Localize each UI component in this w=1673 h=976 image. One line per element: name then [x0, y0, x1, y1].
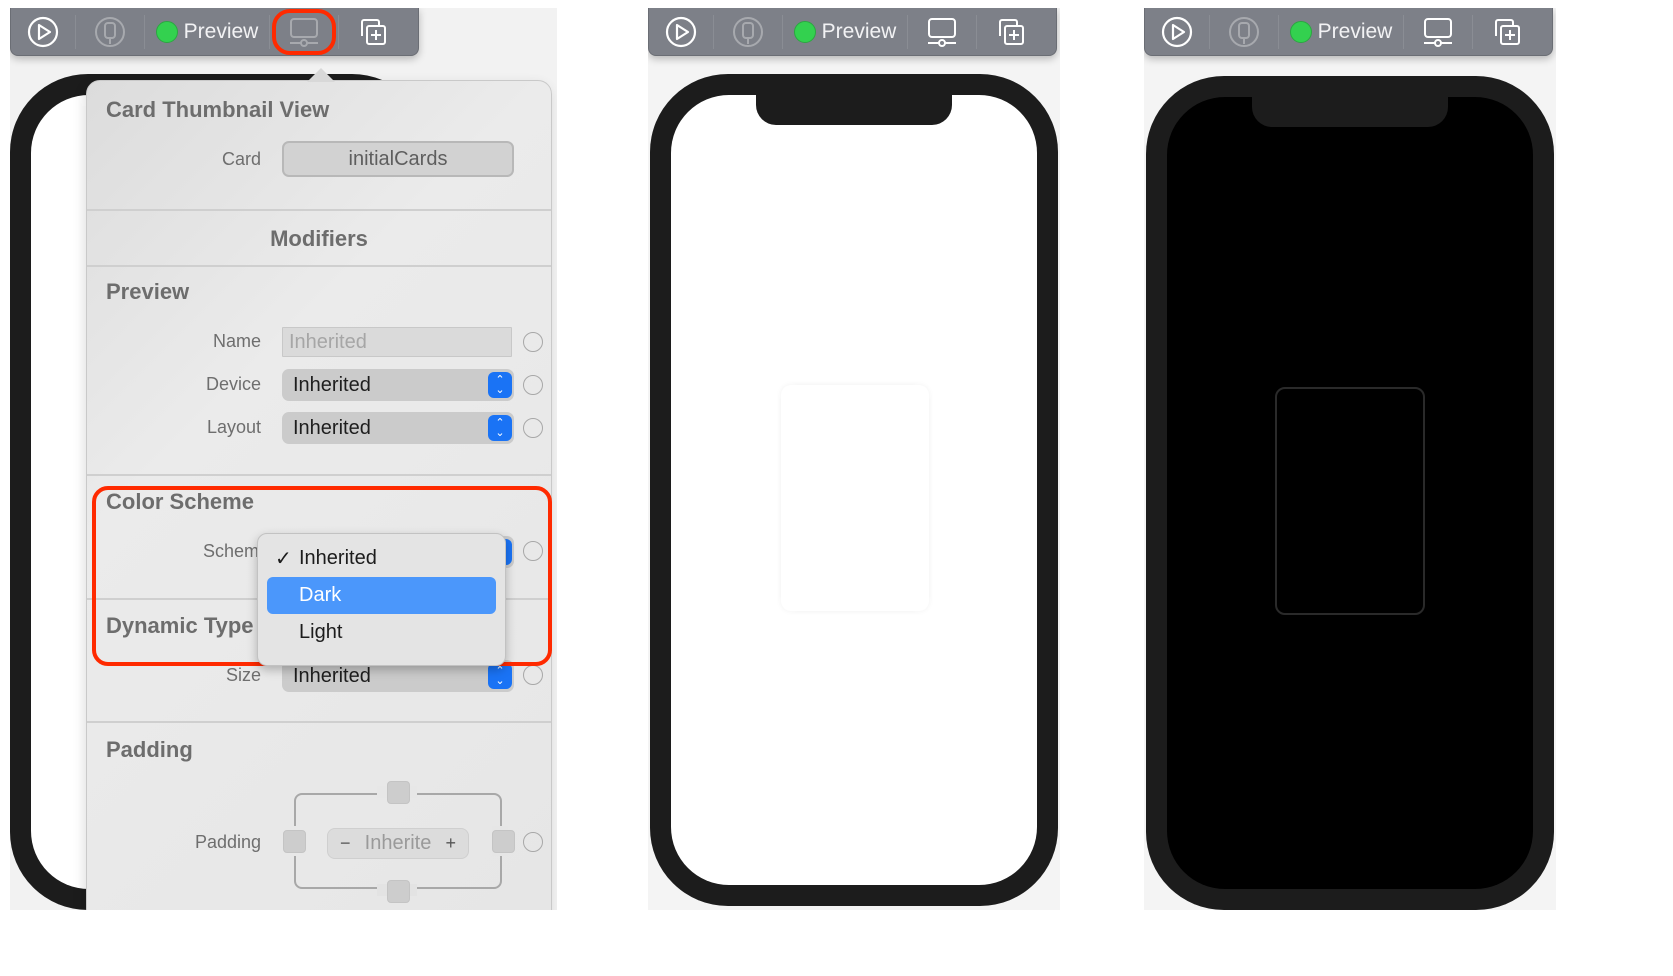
layout-value: Inherited [293, 416, 371, 439]
padding-section-title: Padding [106, 737, 193, 762]
checkmark-icon: ✓ [275, 548, 292, 570]
preview-settings-icon [928, 17, 956, 47]
preview-toolbar: Preview [1144, 8, 1553, 56]
padding-leading-checkbox[interactable] [283, 830, 306, 853]
device-screen [1167, 97, 1533, 889]
card-thumbnail [781, 385, 929, 611]
chevron-up-down-icon: ⌃⌄ [488, 663, 512, 689]
popover-arrow [307, 68, 335, 82]
preview-toolbar: Preview [648, 8, 1057, 56]
device-icon [733, 16, 763, 47]
preview-section-title: Preview [106, 279, 190, 304]
duplicate-preview-icon [1495, 18, 1520, 45]
live-preview-button[interactable] [11, 8, 75, 56]
inspect-preview-button[interactable] [1404, 8, 1472, 56]
device-frame [1146, 76, 1554, 910]
highlight-ring [272, 8, 336, 55]
device-remove-radio[interactable] [523, 375, 543, 395]
divider [87, 721, 551, 723]
inspect-preview-button[interactable] [908, 8, 976, 56]
preview-inspector-popover: Card Thumbnail View Card initialCards Mo… [86, 68, 552, 910]
size-label: Size [225, 665, 261, 685]
name-placeholder: Inherited [289, 330, 367, 353]
menu-item-dark[interactable]: Dark [267, 577, 496, 614]
live-status-dot [1289, 20, 1312, 43]
device-icon [95, 16, 125, 47]
divider [87, 474, 551, 476]
preview-toolbar: Preview [10, 8, 419, 56]
live-status-dot [155, 20, 178, 43]
card-thumbnail [1275, 387, 1425, 615]
menu-item-light[interactable]: Light [267, 614, 496, 651]
modifiers-heading: Modifiers [270, 226, 368, 251]
device-label: Device [205, 374, 261, 394]
play-circle-icon [665, 16, 697, 47]
menu-item-label: Inherited [299, 547, 377, 569]
card-argument-field[interactable]: initialCards [282, 141, 514, 177]
menu-item-label: Light [299, 621, 343, 643]
duplicate-preview-button[interactable] [977, 8, 1045, 56]
preview-canvas-with-inspector: Preview Card Thumbnail View Card initial… [10, 8, 557, 910]
device-icon [1229, 16, 1259, 47]
padding-value: Inherite [364, 832, 432, 854]
name-label: Name [212, 331, 261, 351]
preview-settings-icon [1424, 17, 1452, 47]
decrement-button[interactable]: − [340, 833, 351, 854]
live-status-dot [793, 20, 816, 43]
padding-label: Padding [194, 832, 261, 852]
divider [87, 265, 551, 267]
chevron-up-down-icon: ⌃⌄ [488, 415, 512, 441]
duplicate-preview-icon [361, 18, 386, 45]
device-notch [756, 95, 952, 125]
scheme-menu: ✓ Inherited Dark Light [257, 533, 506, 666]
layout-label: Layout [206, 417, 261, 437]
preview-on-device-button[interactable] [714, 8, 782, 56]
preview-canvas-dark: Preview [1144, 8, 1556, 910]
name-remove-radio[interactable] [523, 332, 543, 352]
inspector-title: Card Thumbnail View [106, 97, 330, 122]
menu-item-inherited[interactable]: ✓ Inherited [267, 540, 496, 577]
card-label: Card [221, 149, 261, 169]
preview-canvas-light: Preview [648, 8, 1060, 910]
preview-status: Preview [145, 8, 269, 56]
duplicate-preview-button[interactable] [339, 8, 407, 56]
divider [87, 209, 551, 211]
device-frame [650, 74, 1058, 906]
play-circle-icon [27, 16, 59, 47]
preview-label: Preview [1317, 19, 1393, 43]
menu-item-label: Dark [299, 584, 342, 606]
padding-top-checkbox[interactable] [387, 781, 410, 804]
live-preview-button[interactable] [1145, 8, 1209, 56]
padding-stepper[interactable]: − Inherite + [327, 828, 469, 859]
duplicate-preview-button[interactable] [1473, 8, 1541, 56]
layout-popup[interactable]: Inherited ⌃ ⌄ [282, 412, 514, 444]
device-value: Inherited [293, 373, 371, 396]
padding-bottom-checkbox[interactable] [387, 880, 410, 903]
chevron-up-down-icon: ⌃⌄ [488, 372, 512, 398]
preview-status: Preview [1279, 8, 1403, 56]
padding-trailing-checkbox[interactable] [492, 830, 515, 853]
preview-label: Preview [821, 19, 897, 43]
device-popup[interactable]: Inherited ⌃ ⌄ [282, 369, 514, 401]
layout-remove-radio[interactable] [523, 418, 543, 438]
increment-button[interactable]: + [445, 833, 456, 854]
preview-label: Preview [183, 19, 259, 43]
live-preview-button[interactable] [649, 8, 713, 56]
preview-on-device-button[interactable] [76, 8, 144, 56]
play-circle-icon [1161, 16, 1193, 47]
preview-status: Preview [783, 8, 907, 56]
inspect-preview-button[interactable] [270, 8, 338, 56]
name-input[interactable]: Inherited [282, 327, 512, 357]
preview-on-device-button[interactable] [1210, 8, 1278, 56]
size-value: Inherited [293, 664, 371, 687]
duplicate-preview-icon [999, 18, 1024, 45]
device-screen [671, 95, 1037, 885]
device-notch [1252, 97, 1448, 127]
padding-remove-radio[interactable] [523, 832, 543, 852]
size-remove-radio[interactable] [523, 665, 543, 685]
